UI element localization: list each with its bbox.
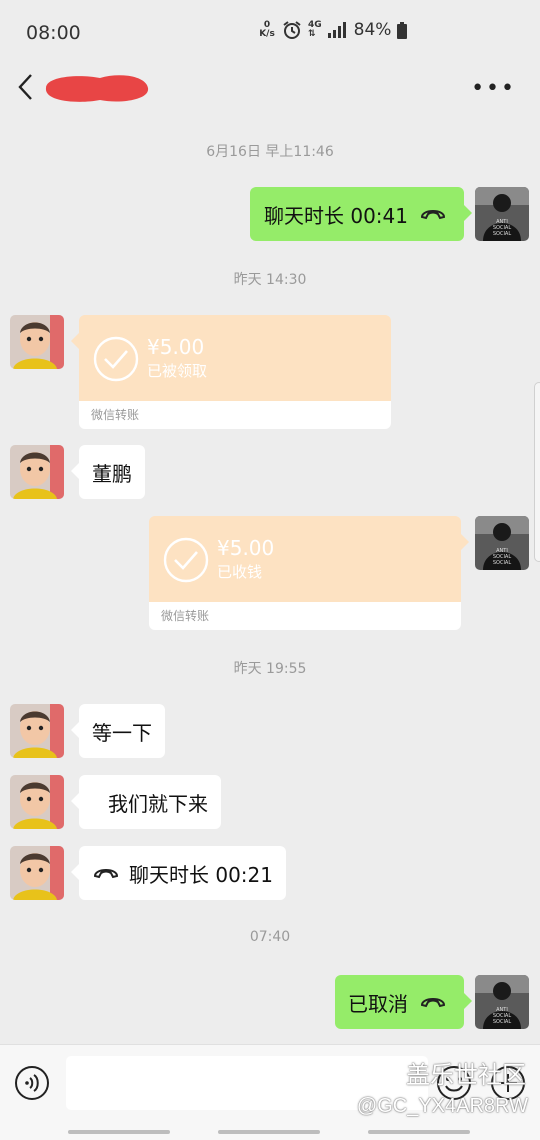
money-transfer-card[interactable]: ¥5.00 已收钱 微信转账 bbox=[149, 516, 469, 630]
contact-avatar[interactable] bbox=[10, 775, 64, 829]
contact-name-redacted[interactable] bbox=[40, 70, 152, 106]
network-speed: 0 K/s bbox=[259, 20, 275, 39]
phone-hangup-icon bbox=[420, 210, 446, 220]
status-time: 08:00 bbox=[26, 22, 81, 44]
phone-hangup-icon bbox=[420, 998, 446, 1008]
voice-icon[interactable] bbox=[14, 1065, 50, 1101]
watermark-community: 盖乐世社区 bbox=[406, 1061, 526, 1089]
message-bubble[interactable]: 等一下 bbox=[71, 704, 165, 758]
my-avatar[interactable]: ANTI SOCIAL SOCIAL bbox=[475, 187, 529, 241]
phone-hangup-icon bbox=[93, 869, 119, 879]
timestamp: 昨天 19:55 bbox=[233, 661, 307, 677]
check-circle-icon bbox=[163, 537, 209, 583]
watermark-user-id: @GC_YX4AR8RW bbox=[356, 1095, 528, 1117]
svg-text:SOCIAL: SOCIAL bbox=[493, 560, 511, 566]
timestamp: 6月16日 早上11:46 bbox=[206, 144, 334, 160]
transfer-amount: ¥5.00 bbox=[217, 536, 275, 560]
my-avatar[interactable]: ANTI SOCIAL SOCIAL bbox=[475, 975, 529, 1029]
scroll-edge-tab[interactable] bbox=[534, 382, 540, 562]
nav-indicator bbox=[368, 1130, 470, 1134]
check-circle-icon bbox=[93, 336, 139, 382]
transfer-status: 已被领取 bbox=[147, 362, 208, 380]
contact-avatar[interactable] bbox=[10, 445, 64, 499]
nav-indicator bbox=[68, 1130, 170, 1134]
back-icon[interactable] bbox=[14, 72, 40, 102]
battery-icon bbox=[397, 21, 408, 39]
timestamp: 昨天 14:30 bbox=[233, 272, 307, 288]
input-bar: 盖乐世社区 @GC_YX4AR8RW bbox=[0, 1044, 540, 1140]
money-transfer-card[interactable]: ¥5.00 已被领取 微信转账 bbox=[71, 315, 391, 429]
signal-icon bbox=[327, 22, 346, 38]
svg-text:SOCIAL: SOCIAL bbox=[493, 231, 511, 237]
call-record-bubble[interactable]: 聊天时长 00:41 bbox=[250, 187, 472, 241]
more-options-icon[interactable]: ••• bbox=[471, 76, 516, 101]
alarm-icon bbox=[283, 21, 301, 39]
call-record-bubble[interactable]: 聊天时长 00:21 bbox=[71, 846, 286, 900]
network-type: 4G ⇅ bbox=[308, 20, 322, 39]
nav-indicator bbox=[218, 1130, 320, 1134]
contact-avatar[interactable] bbox=[10, 704, 64, 758]
status-icons: 0 K/s 4G ⇅ 84% bbox=[258, 20, 408, 40]
message-bubble[interactable]: 董鹏 bbox=[71, 445, 145, 499]
chat-header: ••• bbox=[0, 62, 540, 114]
transfer-status: 已收钱 bbox=[217, 563, 263, 581]
my-avatar[interactable]: ANTI SOCIAL SOCIAL bbox=[475, 516, 529, 570]
contact-avatar[interactable] bbox=[10, 315, 64, 369]
message-bubble[interactable]: 我们就下来 bbox=[71, 775, 221, 829]
svg-text:SOCIAL: SOCIAL bbox=[493, 1019, 511, 1025]
contact-avatar[interactable] bbox=[10, 846, 64, 900]
timestamp: 07:40 bbox=[249, 929, 291, 945]
call-record-bubble[interactable]: 已取消 bbox=[335, 975, 472, 1029]
transfer-footer: 微信转账 bbox=[79, 401, 391, 429]
battery-percent: 84% bbox=[353, 20, 392, 40]
transfer-amount: ¥5.00 bbox=[147, 335, 205, 359]
transfer-footer: 微信转账 bbox=[149, 602, 461, 630]
status-bar: 08:00 0 K/s 4G ⇅ 84% bbox=[0, 0, 540, 62]
